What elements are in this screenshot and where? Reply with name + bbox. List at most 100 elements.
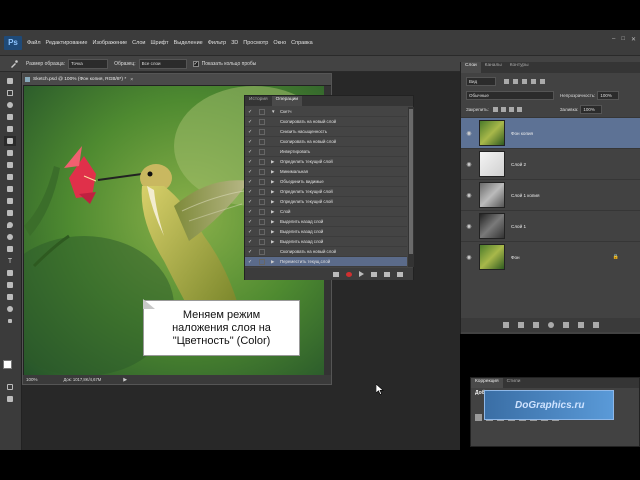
history-brush-tool-icon[interactable] (4, 184, 16, 194)
layer-row[interactable]: ◉ Фон 🔒 (461, 241, 640, 272)
menu-3d[interactable]: 3D (231, 40, 238, 46)
action-enabled-checkbox[interactable]: ✓ (248, 169, 254, 175)
close-button[interactable]: ✕ (631, 36, 636, 43)
action-dialog-toggle[interactable] (259, 218, 265, 225)
layer-row[interactable]: ◉ Фон копия (461, 117, 640, 148)
action-row[interactable]: ✓ ▶ Слой (245, 207, 407, 217)
layer-row[interactable]: ◉ Слой 2 (461, 148, 640, 179)
new-action-icon[interactable] (384, 271, 390, 277)
eyedropper-tool-icon[interactable] (10, 59, 18, 68)
expand-triangle-icon[interactable]: ▶ (271, 169, 277, 175)
action-dialog-toggle[interactable] (259, 198, 265, 205)
action-row[interactable]: ✓ Скопировать на новый слой (245, 117, 407, 127)
action-enabled-checkbox[interactable]: ✓ (248, 109, 254, 115)
action-row[interactable]: ✓ Снизить насыщенность (245, 127, 407, 137)
play-icon[interactable] (359, 271, 364, 277)
action-row[interactable]: ✓ ▶ Выделить назад слой (245, 227, 407, 237)
lock-icons[interactable] (492, 106, 522, 112)
action-enabled-checkbox[interactable]: ✓ (248, 119, 254, 125)
eyedropper-tool-active-icon[interactable] (4, 136, 16, 146)
pen-tool-icon[interactable] (4, 244, 16, 254)
action-enabled-checkbox[interactable]: ✓ (248, 249, 254, 255)
expand-triangle-icon[interactable]: ▶ (271, 239, 277, 245)
action-row[interactable]: ✓ Скопировать на новый слой (245, 247, 407, 257)
add-mask-icon[interactable] (533, 322, 539, 328)
zoom-level[interactable]: 100% (26, 377, 38, 382)
eraser-tool-icon[interactable] (4, 196, 16, 206)
show-ring-checkbox[interactable]: ✓ (192, 60, 199, 67)
layer-name[interactable]: Фон (511, 255, 520, 260)
action-dialog-toggle[interactable] (259, 258, 265, 265)
action-enabled-checkbox[interactable]: ✓ (248, 219, 254, 225)
layer-thumbnail[interactable] (479, 120, 505, 146)
sample-size-select[interactable]: Точка (68, 58, 109, 69)
layer-thumbnail[interactable] (479, 182, 505, 208)
action-enabled-checkbox[interactable]: ✓ (248, 129, 254, 135)
expand-triangle-icon[interactable]: ▶ (271, 219, 277, 225)
quick-mask-icon[interactable] (4, 382, 16, 392)
menu-type[interactable]: Шрифт (150, 40, 168, 46)
screen-mode-icon[interactable] (4, 394, 16, 404)
layer-filter-select[interactable]: Вид (466, 76, 496, 86)
action-dialog-toggle[interactable] (259, 128, 265, 135)
menu-view[interactable]: Просмотр (243, 40, 268, 46)
blend-mode-select[interactable]: Обычные (466, 90, 554, 100)
action-dialog-toggle[interactable] (259, 148, 265, 155)
layer-row[interactable]: ◉ Слой 1 копия (461, 179, 640, 210)
adjustment-icon[interactable] (475, 414, 482, 421)
actions-scroll-thumb[interactable] (409, 109, 413, 254)
new-layer-icon[interactable] (578, 322, 584, 328)
visibility-eye-icon[interactable]: ◉ (465, 223, 473, 230)
expand-triangle-icon[interactable]: ▶ (271, 259, 277, 265)
layer-name[interactable]: Слой 1 (511, 224, 526, 229)
menu-select[interactable]: Выделение (174, 40, 203, 46)
action-enabled-checkbox[interactable]: ✓ (248, 179, 254, 185)
action-row[interactable]: ✓ ▶ Определить текущий слой (245, 187, 407, 197)
tab-channels[interactable]: Каналы (481, 62, 506, 73)
zoom-tool-icon[interactable] (4, 304, 16, 314)
delete-layer-icon[interactable] (593, 322, 599, 328)
expand-triangle-icon[interactable]: ▼ (271, 109, 277, 114)
shape-tool-icon[interactable] (4, 280, 16, 290)
document-size-info[interactable]: Док: 1017,8K/4,67M (64, 377, 102, 382)
action-enabled-checkbox[interactable]: ✓ (248, 209, 254, 215)
crop-tool-icon[interactable] (4, 124, 16, 134)
visibility-eye-icon[interactable]: ◉ (465, 130, 473, 137)
action-enabled-checkbox[interactable]: ✓ (248, 199, 254, 205)
action-dialog-toggle[interactable] (259, 238, 265, 245)
marquee-tool-icon[interactable] (4, 88, 16, 98)
action-dialog-toggle[interactable] (259, 248, 265, 255)
expand-triangle-icon[interactable]: ▶ (271, 199, 277, 205)
action-row[interactable]: ✓ ▼ Скетч (245, 107, 407, 117)
menu-file[interactable]: Файл (27, 40, 41, 46)
maximize-button[interactable]: □ (621, 36, 625, 43)
layer-name[interactable]: Слой 2 (511, 162, 526, 167)
action-dialog-toggle[interactable] (259, 178, 265, 185)
visibility-eye-icon[interactable]: ◉ (465, 192, 473, 199)
quick-select-tool-icon[interactable] (4, 112, 16, 122)
action-enabled-checkbox[interactable]: ✓ (248, 259, 254, 265)
action-row[interactable]: ✓ ▶ Переместить текущ.слой (245, 257, 407, 267)
action-row[interactable]: ✓ ▶ Выделить назад слой (245, 237, 407, 247)
trash-icon[interactable] (397, 271, 403, 277)
action-row[interactable]: ✓ Скопировать на новый слой (245, 137, 407, 147)
menu-filter[interactable]: Фильтр (208, 40, 226, 46)
layer-name[interactable]: Фон копия (511, 131, 533, 136)
action-dialog-toggle[interactable] (259, 188, 265, 195)
expand-triangle-icon[interactable]: ▶ (271, 209, 277, 215)
action-dialog-toggle[interactable] (259, 168, 265, 175)
link-layers-icon[interactable] (503, 322, 509, 328)
fx-icon[interactable] (518, 322, 524, 328)
adjustment-layer-icon[interactable] (548, 322, 554, 328)
action-row[interactable]: ✓ ▶ Определить текущий слой (245, 157, 407, 167)
layer-row[interactable]: ◉ Слой 1 (461, 210, 640, 241)
gradient-tool-icon[interactable] (4, 208, 16, 218)
document-tab[interactable]: Sketch.psd @ 100% (Фон копия, RGB/8*) * … (23, 74, 331, 85)
menu-image[interactable]: Изображение (92, 40, 127, 46)
new-set-icon[interactable] (371, 271, 377, 277)
layer-name[interactable]: Слой 1 копия (511, 193, 539, 198)
action-dialog-toggle[interactable] (259, 158, 265, 165)
expand-triangle-icon[interactable]: ▶ (271, 179, 277, 185)
action-dialog-toggle[interactable] (259, 108, 265, 115)
tab-paths[interactable]: Контуры (506, 62, 533, 73)
